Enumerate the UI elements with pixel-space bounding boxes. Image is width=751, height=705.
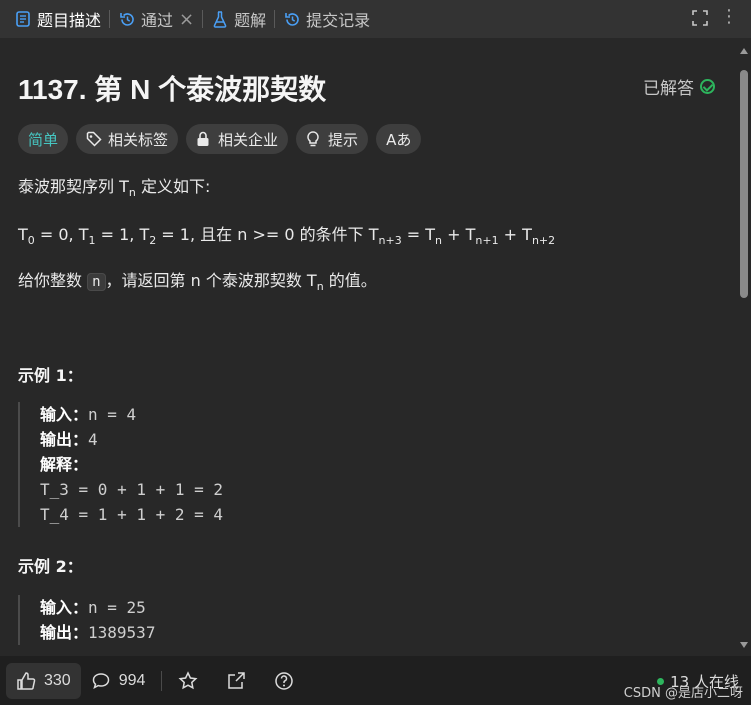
example-1-output: 输出：4 — [40, 430, 98, 449]
example-2-heading: 示例 2： — [18, 557, 83, 576]
example-1-heading: 示例 1： — [18, 366, 83, 385]
tab-divider — [202, 10, 204, 28]
difficulty-badge: 简单 — [18, 124, 69, 154]
description-line-3: 给你整数 n ，请返回第 n 个泰波那契数 Tn 的值。 — [18, 271, 377, 293]
comment-icon — [92, 672, 109, 689]
question-icon — [275, 671, 294, 690]
star-icon — [178, 670, 198, 689]
problem-panel: 1137. 第 N 个泰波那契数 已解答 简单 相关标签 相关企业 提示 Aあ … — [0, 38, 751, 656]
description-formula: T0 = 0, T1 = 1, T2 = 1, 且在 n >= 0 的条件下 T… — [18, 225, 556, 247]
share-icon — [228, 671, 246, 689]
example-1-block: 输入：n = 4 输出：4 解释： T_3 = 0 + 1 + 1 = 2 T_… — [18, 402, 223, 527]
example-1-explain: 解释： — [40, 455, 89, 474]
tab-solutions-label: 题解 — [234, 11, 267, 30]
related-companies-button[interactable]: 相关企业 — [186, 124, 289, 154]
like-button[interactable]: 330 — [6, 662, 81, 699]
tab-solutions[interactable]: 题解 — [211, 0, 266, 38]
close-icon[interactable]: × — [179, 9, 194, 30]
help-button[interactable] — [264, 663, 312, 699]
comments-button[interactable]: 994 — [81, 663, 156, 699]
history-icon — [118, 10, 136, 28]
description-line-1: 泰波那契序列 Tn 定义如下: — [18, 177, 211, 199]
example-1-explain-line: T_3 = 0 + 1 + 1 = 2 — [40, 480, 224, 499]
example-2-input: 输入：n = 25 — [40, 598, 146, 617]
scrollbar[interactable] — [739, 42, 749, 652]
solved-status: 已解答 — [643, 74, 715, 99]
more-icon[interactable]: ⋮ — [720, 6, 739, 27]
translate-icon: Aあ — [386, 130, 412, 149]
scroll-down-arrow[interactable] — [740, 642, 748, 648]
watermark: CSDN @是店小二呀 — [623, 686, 743, 701]
tab-divider — [109, 10, 111, 28]
tab-divider — [274, 10, 276, 28]
translate-button[interactable]: Aあ — [376, 124, 422, 154]
favorite-button[interactable] — [168, 663, 216, 699]
tab-submissions-label: 提交记录 — [306, 11, 371, 30]
tab-submissions[interactable]: 提交记录 — [283, 0, 370, 38]
history-icon — [283, 10, 301, 28]
tab-description[interactable]: 题目描述 — [14, 0, 101, 38]
tab-accepted-label: 通过 — [141, 11, 174, 30]
problem-title: 1137. 第 N 个泰波那契数 — [18, 74, 327, 105]
tag-icon — [86, 131, 102, 147]
tab-bar: 题目描述 通过 × 题解 提交记录 ⋮ — [0, 0, 751, 38]
fullscreen-icon[interactable] — [691, 9, 709, 27]
tab-description-label: 题目描述 — [37, 11, 102, 30]
related-tags-button[interactable]: 相关标签 — [76, 124, 179, 154]
hint-button[interactable]: 提示 — [296, 124, 369, 154]
tab-accepted[interactable]: 通过 × — [118, 0, 194, 38]
check-circle-icon — [700, 79, 715, 94]
solved-label: 已解答 — [643, 79, 694, 99]
description-icon — [14, 10, 32, 28]
thumbs-up-icon — [17, 671, 36, 690]
example-1-explain-line: T_4 = 1 + 1 + 2 = 4 — [40, 505, 224, 524]
scroll-up-arrow[interactable] — [740, 48, 748, 54]
scrollbar-thumb[interactable] — [740, 70, 748, 298]
lock-icon — [196, 131, 212, 147]
share-button[interactable] — [216, 663, 264, 699]
example-2-output: 输出：1389537 — [40, 623, 156, 642]
like-count: 330 — [44, 671, 71, 689]
bottom-bar: 330 994 13 人在线 CSDN @是店小二呀 — [0, 656, 751, 705]
flask-icon — [211, 10, 229, 28]
divider — [161, 670, 163, 691]
problem-tags: 简单 相关标签 相关企业 提示 Aあ — [18, 124, 422, 154]
bulb-icon — [306, 131, 322, 147]
example-2-block: 输入：n = 25 输出：1389537 — [18, 595, 155, 645]
example-1-input: 输入：n = 4 — [40, 405, 137, 424]
comment-count: 994 — [118, 671, 146, 689]
inline-code: n — [87, 273, 106, 291]
